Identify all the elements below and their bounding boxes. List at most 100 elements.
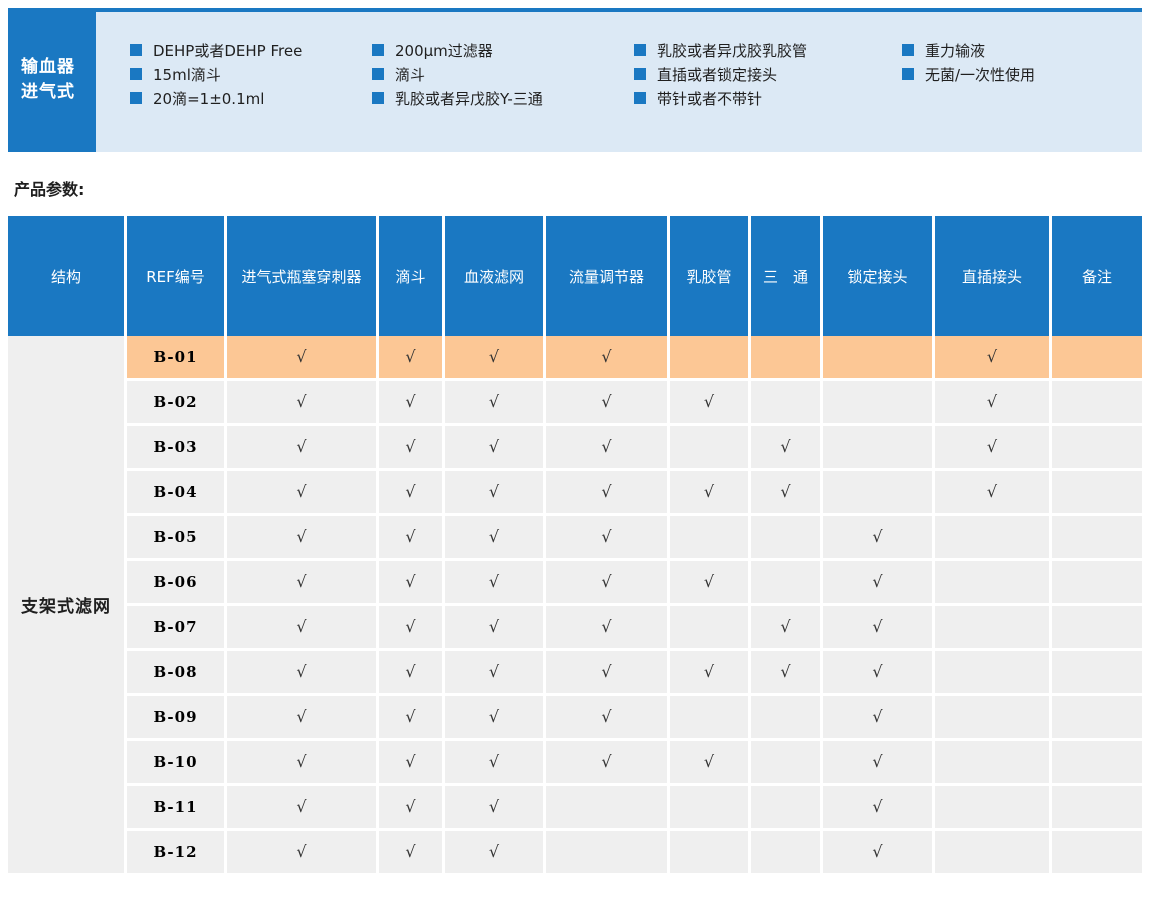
remark-cell [1052, 696, 1142, 738]
checkmark-icon: √ [488, 437, 500, 456]
checkmark-icon: √ [986, 437, 998, 456]
empty-cell [935, 651, 1049, 693]
checkmark-icon: √ [601, 482, 612, 501]
ref-cell: B-08 [127, 651, 224, 693]
feature-column-1: DEHP或者DEHP Free 15ml滴斗 20滴=1±0.1ml [130, 38, 372, 152]
check-cell: √ [823, 741, 932, 783]
structure-cell: 支架式滤网 [8, 336, 124, 873]
checkmark-icon: √ [405, 707, 416, 726]
empty-cell [751, 696, 820, 738]
check-cell: √ [670, 381, 748, 423]
ref-cell: B-10 [127, 741, 224, 783]
checkmark-icon: √ [488, 662, 500, 681]
check-cell: √ [227, 831, 376, 873]
check-cell: √ [546, 381, 667, 423]
empty-cell [751, 786, 820, 828]
ref-cell: B-07 [127, 606, 224, 648]
checkmark-icon: √ [872, 617, 883, 636]
checkmark-icon: √ [488, 842, 500, 861]
checkmark-icon: √ [601, 572, 612, 591]
checkmark-icon: √ [405, 437, 416, 456]
checkmark-icon: √ [296, 752, 307, 771]
check-cell: √ [379, 516, 442, 558]
empty-cell [670, 696, 748, 738]
bullet-square-icon [902, 68, 914, 80]
check-cell: √ [227, 516, 376, 558]
checkmark-icon: √ [872, 572, 883, 591]
checkmark-icon: √ [488, 617, 500, 636]
check-cell: √ [823, 561, 932, 603]
feature-item: 200μm过滤器 [372, 38, 634, 62]
checkmark-icon: √ [703, 752, 715, 771]
check-cell: √ [751, 606, 820, 648]
checkmark-icon: √ [296, 842, 307, 861]
feature-item: 重力输液 [902, 38, 1142, 62]
check-cell: √ [823, 651, 932, 693]
empty-cell [935, 741, 1049, 783]
checkmark-icon: √ [405, 527, 416, 546]
remark-cell [1052, 831, 1142, 873]
column-header-8: 三 通 [751, 216, 820, 336]
feature-item: 20滴=1±0.1ml [130, 86, 372, 110]
feature-column-3: 乳胶或者异戊胶乳胶管 直插或者锁定接头 带针或者不带针 [634, 38, 902, 152]
feature-item: 带针或者不带针 [634, 86, 902, 110]
check-cell: √ [823, 516, 932, 558]
feature-label: 乳胶或者异戊胶Y-三通 [395, 89, 543, 108]
check-cell: √ [227, 426, 376, 468]
column-header-10: 直插接头 [935, 216, 1049, 336]
product-hero: 输血器 进气式 DEHP或者DEHP Free 15ml滴斗 20滴=1±0.1ml… [8, 8, 1142, 152]
checkmark-icon: √ [488, 797, 500, 816]
ref-cell: B-12 [127, 831, 224, 873]
checkmark-icon: √ [872, 752, 883, 771]
column-header-3: 进气式瓶塞穿刺器 [227, 216, 376, 336]
empty-cell [751, 831, 820, 873]
checkmark-icon: √ [703, 662, 715, 681]
remark-cell [1052, 651, 1142, 693]
check-cell: √ [379, 741, 442, 783]
check-cell: √ [227, 471, 376, 513]
feature-label: 滴斗 [395, 65, 426, 84]
check-cell: √ [935, 381, 1049, 423]
check-cell: √ [546, 696, 667, 738]
checkmark-icon: √ [986, 482, 998, 501]
ref-cell: B-11 [127, 786, 224, 828]
checkmark-icon: √ [872, 527, 883, 546]
checkmark-icon: √ [488, 347, 500, 366]
check-cell: √ [227, 606, 376, 648]
checkmark-icon: √ [488, 482, 500, 501]
check-cell: √ [670, 561, 748, 603]
remark-cell [1052, 381, 1142, 423]
empty-cell [751, 741, 820, 783]
empty-cell [823, 336, 932, 378]
remark-cell [1052, 336, 1142, 378]
check-cell: √ [670, 471, 748, 513]
remark-cell [1052, 786, 1142, 828]
checkmark-icon: √ [488, 572, 500, 591]
bullet-square-icon [902, 44, 914, 56]
column-header-1: 结构 [8, 216, 124, 336]
check-cell: √ [227, 696, 376, 738]
checkmark-icon: √ [405, 572, 416, 591]
bullet-square-icon [372, 68, 384, 80]
checkmark-icon: √ [296, 572, 307, 591]
checkmark-icon: √ [601, 662, 612, 681]
empty-cell [935, 561, 1049, 603]
checkmark-icon: √ [872, 707, 883, 726]
check-cell: √ [227, 336, 376, 378]
feature-item: 滴斗 [372, 62, 634, 86]
checkmark-icon: √ [405, 752, 416, 771]
checkmark-icon: √ [296, 662, 307, 681]
bullet-square-icon [372, 44, 384, 56]
checkmark-icon: √ [601, 437, 612, 456]
ref-cell: B-03 [127, 426, 224, 468]
check-cell: √ [445, 741, 543, 783]
check-cell: √ [445, 336, 543, 378]
feature-item: 15ml滴斗 [130, 62, 372, 86]
checkmark-icon: √ [405, 392, 416, 411]
feature-label: 15ml滴斗 [153, 65, 221, 84]
feature-label: 直插或者锁定接头 [657, 65, 778, 84]
empty-cell [935, 516, 1049, 558]
feature-label: 200μm过滤器 [395, 41, 493, 60]
check-cell: √ [379, 696, 442, 738]
check-cell: √ [751, 426, 820, 468]
